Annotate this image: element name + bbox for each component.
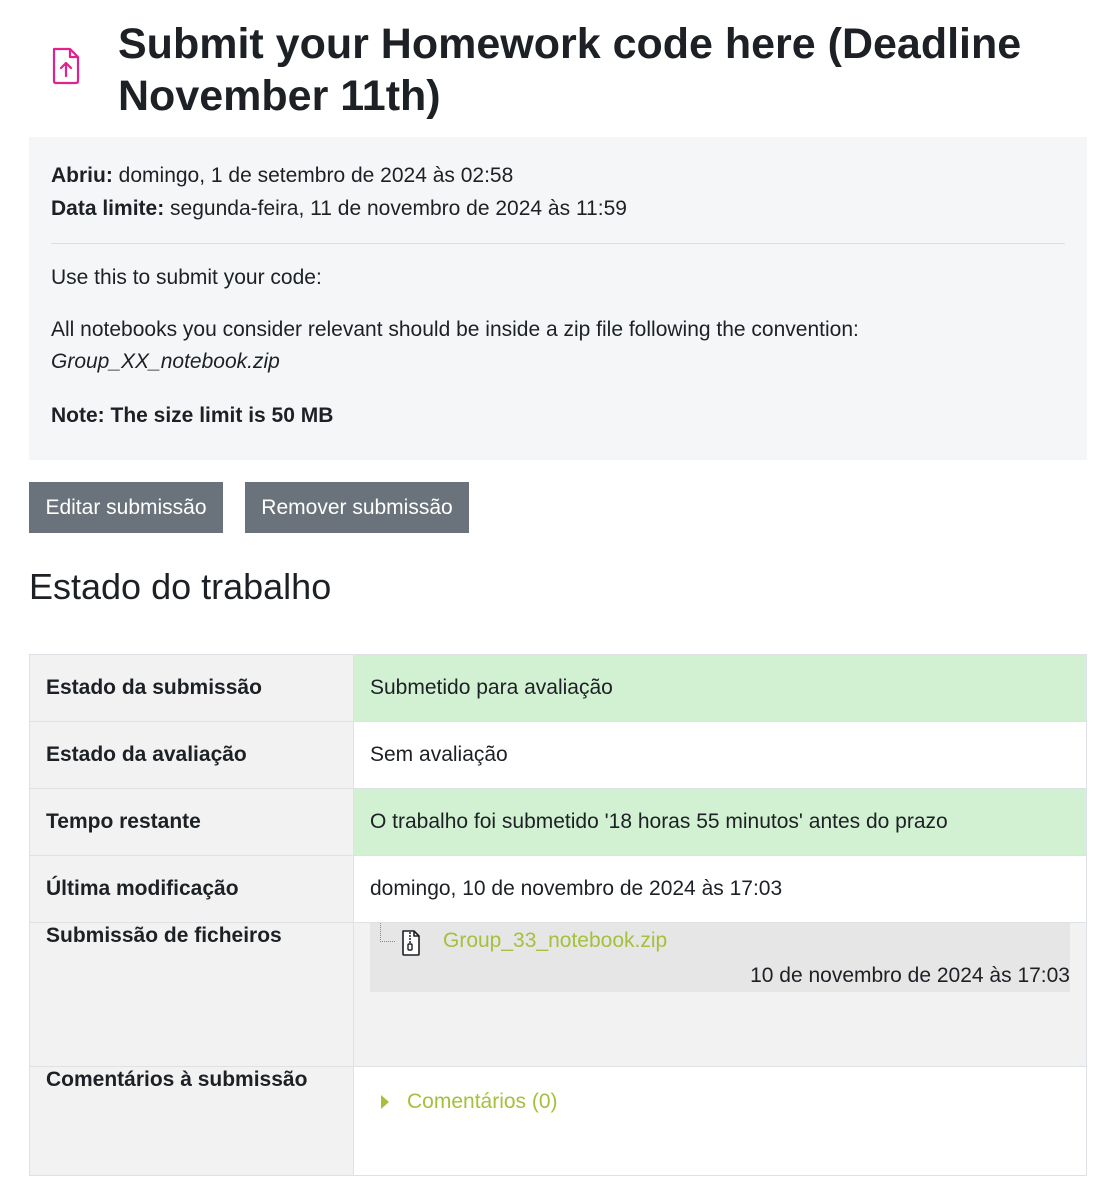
table-row: Estado da avaliação Sem avaliação xyxy=(29,721,1087,789)
convention-text: All notebooks you consider relevant shou… xyxy=(51,318,859,341)
submission-status-heading: Estado do trabalho xyxy=(29,566,332,607)
page-title: Submit your Homework code here (Deadline… xyxy=(118,20,1022,120)
table-row: Última modificação domingo, 10 de novemb… xyxy=(29,855,1087,923)
comments-toggle[interactable]: Comentários (0) xyxy=(370,1089,1070,1115)
table-row: Tempo restante O trabalho foi submetido … xyxy=(29,788,1087,856)
opened-label: Abriu: xyxy=(51,164,113,187)
opened-value: domingo, 1 de setembro de 2024 às 02:58 xyxy=(118,164,514,187)
row-label: Submissão de ficheiros xyxy=(29,922,354,1067)
due-label: Data limite: xyxy=(51,197,165,220)
activity-info-box: Abriu: domingo, 1 de setembro de 2024 às… xyxy=(29,137,1087,460)
table-row: Submissão de ficheiros Group_33_notebook… xyxy=(29,922,1087,1067)
table-row: Estado da submissão Submetido para avali… xyxy=(29,654,1087,722)
description-intro: Use this to submit your code: xyxy=(51,266,322,289)
divider xyxy=(51,243,1065,244)
file-tree: Group_33_notebook.zip 10 de novembro de … xyxy=(370,923,1070,992)
caret-right-icon xyxy=(381,1095,389,1109)
row-label: Última modificação xyxy=(29,855,354,923)
comments-cell: Comentários (0) xyxy=(353,1066,1087,1176)
last-modified-value: domingo, 10 de novembro de 2024 às 17:03 xyxy=(353,855,1087,923)
edit-submission-button[interactable]: Editar submissão xyxy=(29,482,223,533)
submitted-file-link[interactable]: Group_33_notebook.zip xyxy=(443,928,667,954)
row-label: Tempo restante xyxy=(29,788,354,856)
grading-status-value: Sem avaliação xyxy=(353,721,1087,789)
page-header: Submit your Homework code here (Deadline… xyxy=(30,18,1090,122)
row-label: Comentários à submissão xyxy=(29,1066,354,1176)
submission-status-value: Submetido para avaliação xyxy=(353,654,1087,722)
row-label: Estado da submissão xyxy=(29,654,354,722)
time-remaining-value: O trabalho foi submetido '18 horas 55 mi… xyxy=(353,788,1087,856)
due-date: Data limite: segunda-feira, 11 de novemb… xyxy=(51,192,1065,225)
opened-date: Abriu: domingo, 1 de setembro de 2024 às… xyxy=(51,159,1065,192)
file-upload-icon xyxy=(52,47,80,85)
row-label: Estado da avaliação xyxy=(29,721,354,789)
convention-filename: Group_XX_notebook.zip xyxy=(51,350,280,373)
activity-description: Use this to submit your code: All notebo… xyxy=(51,262,1065,432)
comments-link[interactable]: Comentários (0) xyxy=(407,1089,558,1115)
file-date: 10 de novembro de 2024 às 17:03 xyxy=(750,964,1070,987)
description-convention: All notebooks you consider relevant shou… xyxy=(51,314,1065,378)
due-value: segunda-feira, 11 de novembro de 2024 às… xyxy=(170,197,627,220)
submission-status-table: Estado da submissão Submetido para avali… xyxy=(29,654,1087,1176)
remove-submission-button[interactable]: Remover submissão xyxy=(245,482,469,533)
size-limit-note: Note: The size limit is 50 MB xyxy=(51,404,334,427)
tree-connector xyxy=(380,923,395,942)
zip-file-icon xyxy=(402,930,420,956)
file-submissions-cell: Group_33_notebook.zip 10 de novembro de … xyxy=(353,922,1087,1067)
table-row: Comentários à submissão Comentários (0) xyxy=(29,1066,1087,1176)
